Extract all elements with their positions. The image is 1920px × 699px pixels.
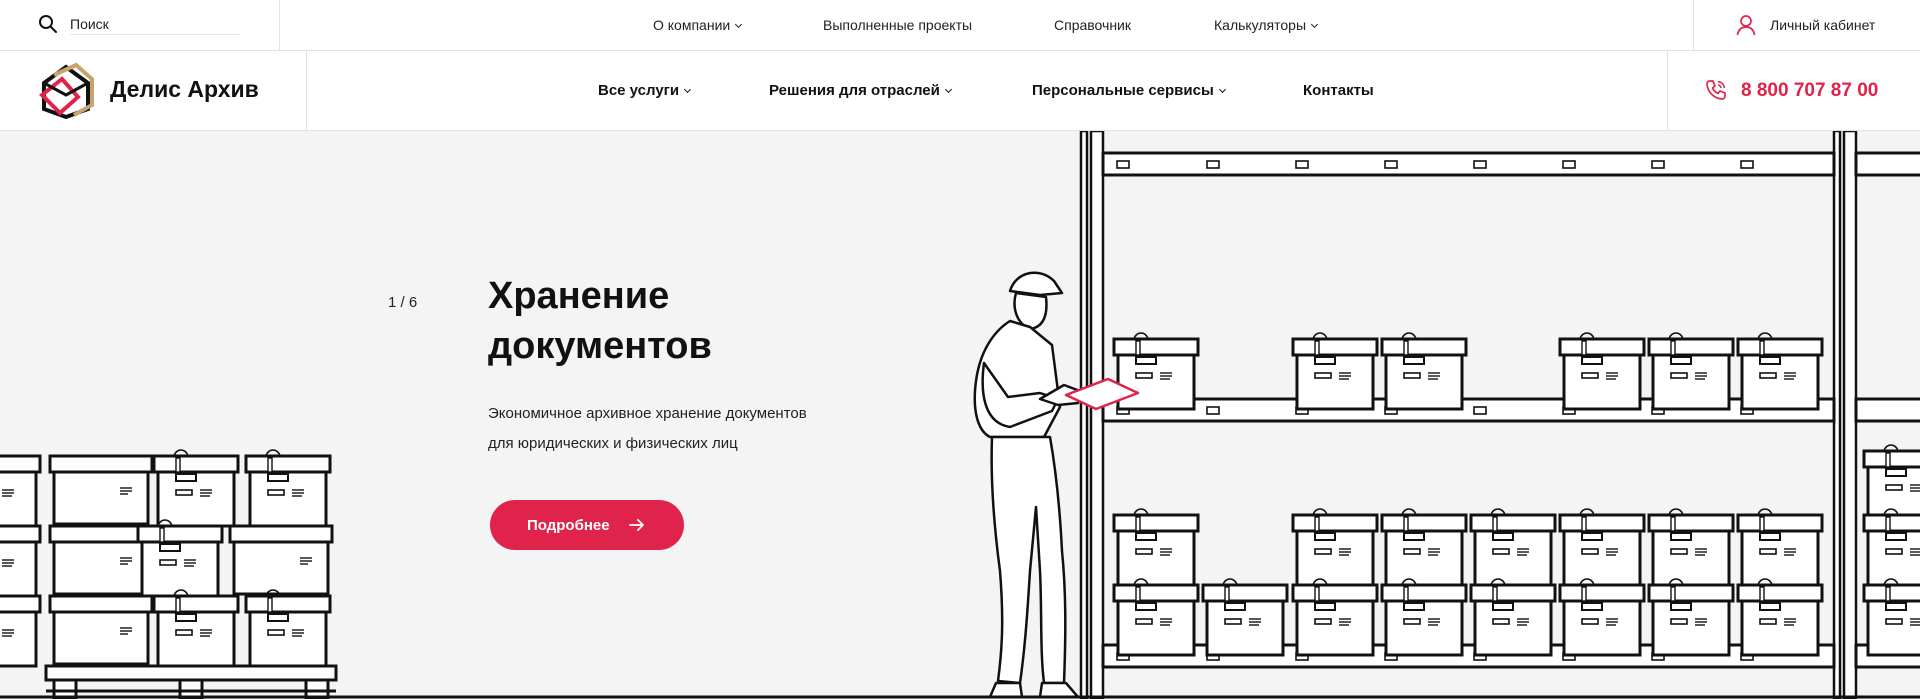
arrow-right-icon [629,519,644,531]
hero-slider: 1 / 6 Хранение документов Экономичное ар… [0,131,1920,699]
topnav-about[interactable]: О компании [653,0,743,50]
hero-title-line-1: Хранение [488,275,670,317]
mainnav-services-label: Все услуги [598,82,680,99]
warehouse-illustration [0,131,1920,699]
chevron-down-icon [1218,85,1226,94]
topnav-calculators-label: Калькуляторы [1214,17,1307,33]
hero-title-line-2: документов [488,325,712,367]
mainnav-contacts[interactable]: Контакты [1303,51,1374,130]
chevron-down-icon [944,85,952,94]
search-box[interactable]: Поиск [0,0,280,50]
mainnav-industries[interactable]: Решения для отраслей [769,51,952,130]
chevron-down-icon [1310,20,1319,29]
topnav-calculators[interactable]: Калькуляторы [1214,0,1319,50]
hero-description-line-2: для юридических и физических лиц [488,435,738,452]
brand-name: Делис Архив [110,76,259,102]
user-icon [1736,15,1756,36]
shelf-boxes [1112,331,1920,657]
hero-description-line-1: Экономичное архивное хранение документов [488,405,807,422]
phone-icon [1706,80,1726,100]
chevron-down-icon [684,85,692,94]
logo[interactable]: Делис Архив [0,51,307,130]
phone-number: 8 800 707 87 00 [1741,80,1879,101]
more-button[interactable]: Подробнее [490,500,684,550]
main-bar: Делис Архив Все услуги Решения для отрас… [0,51,1920,131]
search-icon[interactable] [38,14,58,34]
mainnav-personal-label: Персональные сервисы [1032,82,1214,99]
mainnav-industries-label: Решения для отраслей [769,82,940,99]
mainnav-personal[interactable]: Персональные сервисы [1032,51,1226,130]
chevron-down-icon [735,20,743,29]
more-button-label: Подробнее [527,516,610,534]
account-label: Личный кабинет [1770,17,1876,33]
account-link[interactable]: Личный кабинет [1693,0,1920,50]
mainnav-contacts-label: Контакты [1303,82,1374,99]
phone-link[interactable]: 8 800 707 87 00 [1667,51,1920,130]
mainnav-services[interactable]: Все услуги [598,51,692,130]
slide-counter: 1 / 6 [388,294,418,311]
topnav-projects[interactable]: Выполненные проекты [823,0,972,50]
logo-icon [39,62,94,120]
pallet-boxes [0,448,338,699]
topnav-reference-label: Справочник [1054,17,1131,33]
topnav-projects-label: Выполненные проекты [823,17,973,33]
worker-figure [973,271,1140,699]
hero-title: Хранение документов [488,271,712,371]
top-bar: Поиск О компании Выполненные проекты Спр… [0,0,1920,51]
hero-description: Экономичное архивное хранение документов… [488,399,888,459]
search-input[interactable]: Поиск [70,14,240,35]
topnav-reference[interactable]: Справочник [1054,0,1131,50]
topnav-about-label: О компании [653,17,731,33]
